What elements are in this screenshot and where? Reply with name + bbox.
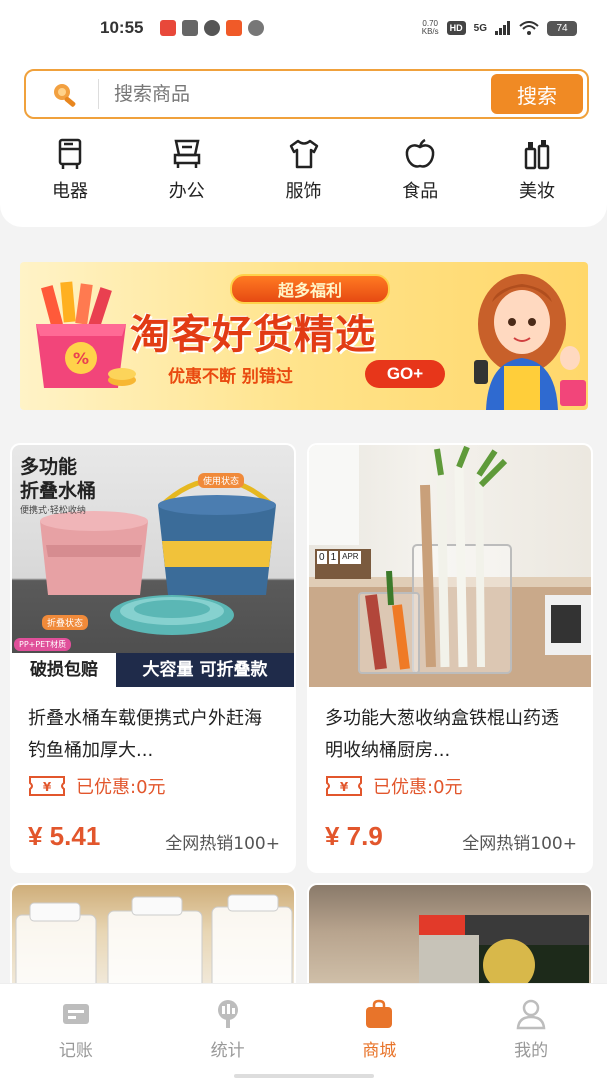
- product-image: 多功能 折叠水桶 便携式·轻松收纳 使用状态 折叠状态 PP+PET材质 破损包…: [12, 445, 294, 687]
- girl-illustration-icon: [474, 274, 586, 410]
- nav-item-mall[interactable]: 商城: [329, 984, 429, 1081]
- notification-app-icon: [182, 20, 198, 36]
- banner-title: 淘客好货精选: [130, 312, 376, 358]
- image-tagline: 便携式·轻松收纳: [20, 506, 86, 516]
- image-state-label: 折叠状态: [42, 615, 89, 630]
- image-footer-right: 大容量 可折叠款: [116, 653, 294, 687]
- search-divider: [98, 79, 99, 109]
- status-notification-icons: [160, 20, 264, 36]
- product-title: 多功能大葱收纳盒铁棍山药透明收纳桶厨房...: [325, 708, 559, 761]
- nav-item-stats[interactable]: 统计: [178, 984, 278, 1081]
- food-icon: [405, 138, 435, 168]
- signal-icon: 5G: [473, 22, 487, 34]
- image-footer-left: 破损包赔: [12, 653, 116, 687]
- product-image: 0 1 APR: [309, 445, 591, 687]
- image-state-label: 使用状态: [198, 473, 245, 488]
- svg-text:%: %: [73, 349, 89, 368]
- category-appliance[interactable]: 电器: [20, 137, 120, 203]
- svg-text:¥: ¥: [43, 780, 52, 794]
- coupon-text: 已优惠:0元: [76, 777, 166, 798]
- product-sales: 全网热销100+: [462, 834, 577, 854]
- nav-label: 统计: [210, 1041, 245, 1061]
- category-label: 服饰: [285, 181, 322, 202]
- notification-app-icon: [204, 20, 220, 36]
- shopping-bag-icon: [366, 999, 393, 1028]
- status-indicators: 0.70 KB/s HD 5G 74: [422, 20, 577, 36]
- office-icon: [173, 139, 200, 168]
- bottom-nav: 记账 统计 商城 我的: [0, 983, 607, 1081]
- cosmetics-icon: [524, 140, 550, 170]
- image-material-label: PP+PET材质: [14, 638, 72, 651]
- hd-icon: HD: [446, 21, 466, 35]
- category-label: 食品: [402, 181, 439, 202]
- coupon-text: 已优惠:0元: [373, 777, 463, 798]
- calendar-digit: 0: [317, 551, 327, 564]
- coupon-icon: ¥: [326, 776, 362, 796]
- banner-subtitle: 优惠不断 别错过: [168, 367, 293, 387]
- category-food[interactable]: 食品: [370, 137, 470, 203]
- status-bar: 10:55 0.70 KB/s HD 5G 74: [0, 0, 607, 60]
- banner-tag: 超多福利: [230, 274, 390, 304]
- net-speed: 0.70 KB/s: [422, 20, 439, 36]
- notification-app-icon: [160, 20, 176, 36]
- coupon-icon: ¥: [29, 776, 65, 796]
- profile-icon: [516, 999, 546, 1030]
- category-office[interactable]: 办公: [137, 137, 237, 203]
- net-speed-unit: KB/s: [421, 27, 439, 36]
- product-price: ¥ 7.9: [325, 821, 383, 851]
- product-sales: 全网热销100+: [165, 834, 280, 854]
- calendar-widget: 0 1 APR: [317, 551, 361, 564]
- search-bar: 搜索: [24, 69, 589, 119]
- search-icon: [54, 84, 76, 107]
- nav-item-profile[interactable]: 我的: [481, 984, 581, 1081]
- notification-app-icon: [248, 20, 264, 36]
- image-headline-line: 折叠水桶: [20, 480, 97, 502]
- category-label: 电器: [52, 181, 88, 202]
- vegetable-container-illustration-icon: [309, 445, 591, 687]
- search-button[interactable]: 搜索: [491, 74, 583, 114]
- clothing-icon: [289, 139, 318, 169]
- nav-label: 我的: [514, 1041, 549, 1061]
- battery-icon: 74: [547, 20, 577, 36]
- ledger-icon: [62, 1004, 89, 1024]
- category-label: 办公: [168, 181, 205, 202]
- svg-text:¥: ¥: [340, 780, 349, 794]
- category-row: 电器 办公 服饰 食品 美妆: [20, 137, 587, 203]
- gift-bag-icon: %: [36, 281, 136, 388]
- wifi-icon: [519, 21, 539, 35]
- coupon-row: ¥ 已优惠:0元: [28, 773, 166, 799]
- home-indicator[interactable]: [234, 1074, 374, 1078]
- image-headline: 多功能 折叠水桶: [20, 455, 96, 503]
- search-input[interactable]: [114, 79, 484, 109]
- nav-item-ledger[interactable]: 记账: [26, 984, 126, 1081]
- banner-cta-button[interactable]: GO+: [365, 360, 445, 388]
- signal-bars-icon: [495, 21, 510, 35]
- image-headline-line: 多功能: [20, 456, 78, 478]
- calendar-digit: 1: [328, 551, 339, 564]
- promo-banner[interactable]: % 超多福利 淘客好货精选 优惠不断 别错过 GO+: [20, 262, 588, 410]
- product-title: 折叠水桶车载便携式户外赶海钓鱼桶加厚大...: [28, 708, 262, 761]
- notification-app-icon: [226, 20, 242, 36]
- product-card[interactable]: 0 1 APR 多功能大葱收纳盒铁棍山药透明收纳桶厨房... ¥ 已优惠:0元 …: [307, 443, 593, 873]
- header-panel: 搜索 电器 办公: [0, 55, 607, 227]
- status-time: 10:55: [100, 18, 144, 37]
- stats-icon: [217, 1000, 238, 1028]
- appliance-icon: [58, 138, 82, 169]
- nav-label: 商城: [362, 1041, 397, 1061]
- nav-label: 记账: [58, 1041, 93, 1061]
- category-cosmetics[interactable]: 美妆: [487, 137, 587, 203]
- product-price: ¥ 5.41: [28, 821, 101, 851]
- category-clothing[interactable]: 服饰: [254, 137, 354, 203]
- coupon-row: ¥ 已优惠:0元: [325, 773, 463, 799]
- category-label: 美妆: [519, 181, 555, 202]
- product-card[interactable]: 多功能 折叠水桶 便携式·轻松收纳 使用状态 折叠状态 PP+PET材质 破损包…: [10, 443, 296, 873]
- calendar-month: APR: [340, 551, 361, 564]
